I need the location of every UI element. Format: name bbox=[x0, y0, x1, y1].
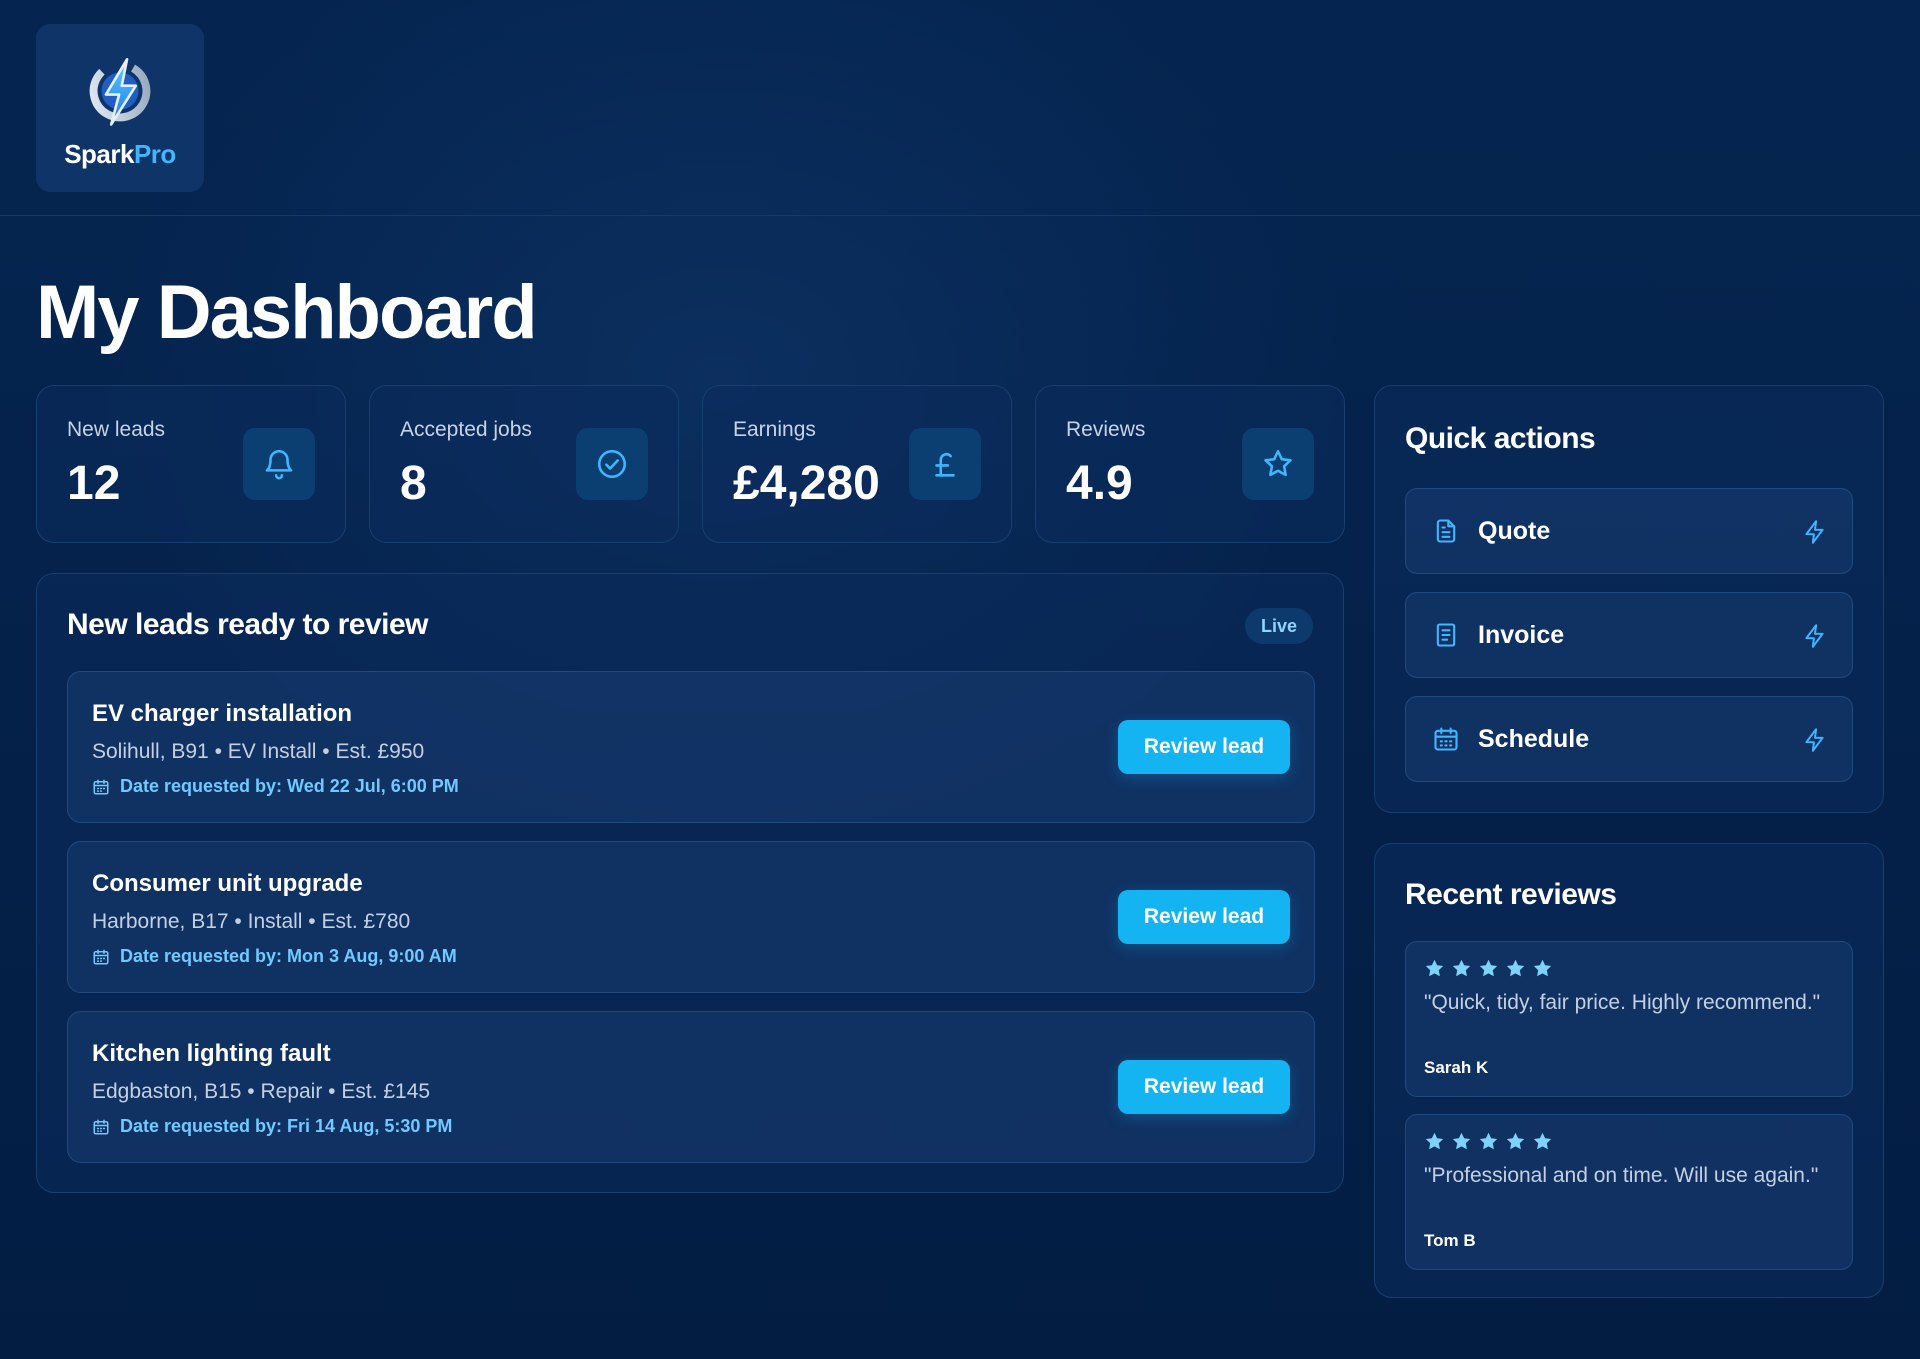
lead-item[interactable]: Kitchen lighting fault Edgbaston, B15 • … bbox=[67, 1011, 1315, 1163]
quick-actions-panel: Quick actions Quote Invoice Schedule bbox=[1374, 385, 1884, 813]
star-icon bbox=[1533, 959, 1552, 977]
stat-icon-box bbox=[1242, 428, 1314, 500]
stat-card-accepted-jobs[interactable]: Accepted jobs 8 bbox=[369, 385, 679, 543]
quick-action-label: Schedule bbox=[1478, 725, 1590, 753]
star-rating bbox=[1424, 1131, 1553, 1152]
star-icon bbox=[1452, 1132, 1471, 1150]
stat-label: Accepted jobs bbox=[400, 418, 532, 441]
calendar-icon bbox=[93, 1119, 109, 1134]
lead-meta: Edgbaston, B15 • Repair • Est. £145 bbox=[92, 1080, 431, 1103]
star-icon bbox=[1452, 959, 1471, 977]
review-card: "Professional and on time. Will use agai… bbox=[1405, 1114, 1853, 1270]
stat-value: £4,280 bbox=[733, 457, 880, 510]
lead-date: Date requested by: Mon 3 Aug, 9:00 AM bbox=[92, 946, 457, 967]
recent-reviews-panel: Recent reviews "Quick, tidy, fair price.… bbox=[1374, 843, 1884, 1298]
quick-actions-title: Quick actions bbox=[1405, 422, 1596, 455]
lead-date-text: Date requested by: Wed 22 Jul, 6:00 PM bbox=[120, 776, 459, 796]
stat-icon-box bbox=[243, 428, 315, 500]
star-icon bbox=[1425, 1132, 1444, 1150]
star-icon bbox=[1425, 959, 1444, 977]
sparkpro-logo[interactable]: SparkPro bbox=[36, 24, 204, 192]
review-text: "Professional and on time. Will use agai… bbox=[1424, 1164, 1819, 1187]
star-icon bbox=[1506, 1132, 1525, 1150]
logo-text-pro: Pro bbox=[133, 138, 176, 169]
lead-item[interactable]: Consumer unit upgrade Harborne, B17 • In… bbox=[67, 841, 1315, 993]
lead-date-text: Date requested by: Mon 3 Aug, 9:00 AM bbox=[120, 946, 457, 966]
star-icon bbox=[1533, 1132, 1552, 1150]
stat-label: Reviews bbox=[1066, 418, 1146, 441]
receipt-icon bbox=[1436, 623, 1456, 647]
leads-panel-title: New leads ready to review bbox=[67, 608, 429, 641]
calendar-icon bbox=[93, 779, 109, 794]
review-text: "Quick, tidy, fair price. Highly recomme… bbox=[1424, 991, 1821, 1014]
review-lead-button[interactable]: Review lead bbox=[1118, 1060, 1290, 1114]
review-card: "Quick, tidy, fair price. Highly recomme… bbox=[1405, 941, 1853, 1097]
lead-item[interactable]: EV charger installation Solihull, B91 • … bbox=[67, 671, 1315, 823]
review-lead-button[interactable]: Review lead bbox=[1118, 720, 1290, 774]
lead-date: Date requested by: Wed 22 Jul, 6:00 PM bbox=[92, 776, 459, 797]
stat-icon-box bbox=[576, 428, 648, 500]
page-title: My Dashboard bbox=[36, 270, 538, 355]
review-lead-button[interactable]: Review lead bbox=[1118, 890, 1290, 944]
stat-card-earnings[interactable]: Earnings £4,280 bbox=[702, 385, 1012, 543]
star-icon bbox=[1264, 449, 1292, 477]
check-circle-icon bbox=[597, 449, 627, 479]
stat-card-reviews[interactable]: Reviews 4.9 bbox=[1035, 385, 1345, 543]
quick-action-schedule[interactable]: Schedule bbox=[1405, 696, 1853, 782]
leads-panel: New leads ready to review Live EV charge… bbox=[36, 573, 1344, 1193]
quick-action-quote[interactable]: Quote bbox=[1405, 488, 1853, 574]
lightning-bolt-icon bbox=[89, 57, 151, 126]
lightning-bolt-icon bbox=[1805, 624, 1824, 648]
review-author: Sarah K bbox=[1424, 1058, 1489, 1077]
recent-reviews-title: Recent reviews bbox=[1405, 878, 1617, 911]
review-author: Tom B bbox=[1424, 1231, 1476, 1250]
star-rating bbox=[1424, 958, 1553, 979]
logo-text-spark: Spark bbox=[64, 138, 134, 169]
lead-date-text: Date requested by: Fri 14 Aug, 5:30 PM bbox=[120, 1116, 453, 1136]
lead-meta: Harborne, B17 • Install • Est. £780 bbox=[92, 910, 411, 933]
logo-wordmark: SparkPro bbox=[64, 139, 176, 170]
lead-meta: Solihull, B91 • EV Install • Est. £950 bbox=[92, 740, 425, 763]
pound-icon bbox=[935, 453, 955, 477]
document-icon bbox=[1436, 519, 1456, 543]
stat-value: 4.9 bbox=[1066, 457, 1133, 510]
lead-title: Consumer unit upgrade bbox=[92, 870, 363, 897]
calendar-icon bbox=[1434, 727, 1458, 751]
lightning-bolt-icon bbox=[1805, 520, 1824, 544]
bell-icon bbox=[265, 450, 293, 480]
stat-icon-box bbox=[909, 428, 981, 500]
star-icon bbox=[1479, 1132, 1498, 1150]
stat-value: 8 bbox=[400, 457, 427, 510]
star-icon bbox=[1479, 959, 1498, 977]
stat-label: Earnings bbox=[733, 418, 816, 441]
calendar-icon bbox=[93, 949, 109, 964]
stat-value: 12 bbox=[67, 457, 121, 510]
lightning-bolt-icon bbox=[1805, 728, 1824, 752]
lead-date: Date requested by: Fri 14 Aug, 5:30 PM bbox=[92, 1116, 452, 1137]
top-bar: SparkPro bbox=[0, 0, 1920, 216]
quick-action-label: Quote bbox=[1478, 517, 1551, 545]
live-badge: Live bbox=[1244, 608, 1313, 644]
quick-action-label: Invoice bbox=[1478, 621, 1565, 649]
stat-label: New leads bbox=[67, 418, 166, 441]
quick-action-invoice[interactable]: Invoice bbox=[1405, 592, 1853, 678]
star-icon bbox=[1506, 959, 1525, 977]
lead-title: Kitchen lighting fault bbox=[92, 1040, 331, 1067]
lead-title: EV charger installation bbox=[92, 700, 353, 727]
stat-card-new-leads[interactable]: New leads 12 bbox=[36, 385, 346, 543]
